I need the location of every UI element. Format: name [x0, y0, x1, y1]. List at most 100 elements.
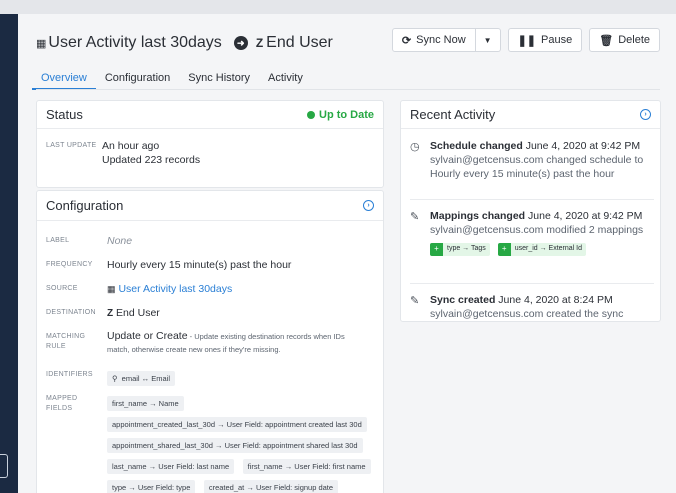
- mapping-tag-text: user_id → External Id: [514, 245, 583, 252]
- sync-options-dropdown[interactable]: ▼: [475, 28, 501, 52]
- config-source-label: SOURCE: [46, 285, 78, 292]
- mapped-field-chip: type → User Field: type: [107, 480, 196, 493]
- matching-rule-name: Update or Create: [107, 330, 188, 342]
- records-updated: Updated 223 records: [102, 154, 201, 166]
- page-title: ▦ User Activity last 30days ➜ Z End User: [36, 32, 333, 54]
- delete-label: Delete: [618, 34, 650, 46]
- activity-detail: sylvain@getcensus.com created the sync: [430, 308, 624, 320]
- config-destination-name: End User: [116, 307, 160, 319]
- activity-body: Schedule changed June 4, 2020 at 9:42 PM…: [430, 139, 654, 181]
- table-icon: ▦: [36, 37, 47, 50]
- mapped-field-chip: first_name → User Field: first name: [242, 459, 371, 474]
- recent-activity-card: Recent Activity › ◷ Schedule changed Jun…: [400, 100, 661, 322]
- last-update-time: An hour ago: [102, 140, 160, 152]
- status-dot-icon: [307, 110, 315, 119]
- last-update-row: LAST UPDATE An hour ago Updated 223 reco…: [46, 139, 200, 167]
- activity-item: ◷ Schedule changed June 4, 2020 at 9:42 …: [410, 139, 654, 189]
- config-identifiers-row: IDENTIFIERS ⚲ email ↔ Email: [46, 368, 179, 386]
- sync-now-label: Sync Now: [416, 34, 466, 46]
- caret-down-icon: ▼: [483, 35, 492, 45]
- recent-activity-header: Recent Activity ›: [401, 101, 660, 129]
- tab-configuration[interactable]: Configuration: [96, 66, 179, 90]
- config-source-link[interactable]: User Activity last 30days: [118, 283, 232, 295]
- clock-icon: ◷: [410, 141, 420, 153]
- config-label-label: LABEL: [46, 237, 70, 244]
- main-content: ▦ User Activity last 30days ➜ Z End User…: [18, 14, 676, 493]
- last-update-value: An hour ago Updated 223 records: [102, 139, 200, 167]
- tab-divider: [36, 89, 660, 90]
- mapped-field-chip: last_name → User Field: last name: [107, 459, 235, 474]
- activity-time: June 4, 2020 at 8:24 PM: [495, 294, 613, 306]
- activity-title: Schedule changed: [430, 140, 523, 152]
- status-badge: Up to Date: [307, 109, 374, 121]
- delete-button[interactable]: 🗑 Delete: [589, 28, 660, 52]
- config-label-row: LABEL None: [46, 234, 132, 248]
- config-source-value: ▦ User Activity last 30days: [107, 282, 232, 296]
- sync-now-split: ⟳ Sync Now ▼: [391, 28, 501, 52]
- chevron-right-circle-icon[interactable]: ›: [640, 109, 651, 120]
- identifier-chip: ⚲ email ↔ Email: [107, 371, 176, 386]
- chevron-right-circle-icon[interactable]: ›: [363, 200, 374, 211]
- mapped-field-chip: appointment_created_last_30d → User Fiel…: [107, 417, 367, 432]
- sidebar: [0, 14, 18, 493]
- zendesk-logo-icon: Z: [255, 36, 264, 50]
- identifiers-chips: ⚲ email ↔ Email: [107, 368, 179, 386]
- activity-divider: [410, 283, 654, 284]
- config-destination-value: Z End User: [107, 306, 160, 321]
- configuration-card-header: Configuration ›: [37, 191, 383, 221]
- config-matching-label-line1: MATCHING: [46, 333, 86, 340]
- source-name: User Activity last 30days: [48, 34, 222, 51]
- config-destination-row: DESTINATION Z End User: [46, 306, 160, 321]
- sync-icon: ⟳: [401, 34, 412, 47]
- mapped-field-chips: first_name → Name: [107, 393, 188, 411]
- config-identifiers-label: IDENTIFIERS: [46, 371, 93, 378]
- trash-icon: 🗑: [599, 34, 614, 47]
- config-mapped-row: MAPPED FIELDS: [46, 392, 107, 414]
- last-update-label: LAST UPDATE: [46, 142, 97, 149]
- activity-time: June 4, 2020 at 9:42 PM: [525, 210, 643, 222]
- identifier-chip-text: email ↔ Email: [121, 374, 171, 383]
- tab-overview[interactable]: Overview: [32, 66, 96, 90]
- config-label-value: None: [107, 235, 133, 247]
- mapped-field-chips: appointment_created_last_30d → User Fiel…: [107, 414, 371, 432]
- mapped-field-chip: first_name → Name: [107, 396, 184, 411]
- activity-title: Sync created: [430, 294, 496, 306]
- arrow-right-circle-icon: ➜: [233, 36, 248, 50]
- zendesk-logo-icon: Z: [107, 308, 114, 319]
- pause-button[interactable]: ❚❚ Pause: [507, 28, 583, 52]
- top-bar: [0, 0, 676, 14]
- destination-name: End User: [266, 34, 333, 51]
- sync-now-button[interactable]: ⟳ Sync Now: [391, 28, 476, 52]
- config-frequency-label: FREQUENCY: [46, 261, 93, 268]
- status-card: Status Up to Date LAST UPDATE An hour ag…: [36, 100, 384, 188]
- sidebar-toggle-button[interactable]: [0, 454, 8, 478]
- config-mapped-label-line2: FIELDS: [46, 405, 73, 412]
- edit-icon: ✎: [410, 295, 420, 307]
- activity-time: June 4, 2020 at 9:42 PM: [522, 140, 641, 152]
- configuration-card: Configuration › LABEL None FREQUENCY Hou…: [36, 190, 384, 493]
- activity-divider: [410, 199, 654, 200]
- mapped-field-chip: created_at → User Field: signup date: [203, 480, 339, 493]
- status-title: Status: [46, 107, 83, 122]
- edit-icon: ✎: [410, 211, 420, 223]
- mapped-field-chips: appointment_shared_last_30d → User Field…: [107, 435, 367, 453]
- key-icon: ⚲: [112, 374, 118, 383]
- config-matching-value: Update or Create - Update existing desti…: [107, 330, 369, 356]
- recent-activity-title: Recent Activity: [410, 107, 496, 122]
- tab-sync-history[interactable]: Sync History: [179, 66, 259, 90]
- mapping-tag: + user_id → External Id: [497, 242, 587, 256]
- tab-activity[interactable]: Activity: [259, 66, 312, 90]
- activity-detail: sylvain@getcensus.com changed schedule t…: [430, 154, 644, 166]
- mapped-field-chip: appointment_shared_last_30d → User Field…: [107, 438, 363, 453]
- pause-icon: ❚❚: [517, 34, 537, 47]
- tab-bar: Overview Configuration Sync History Acti…: [32, 66, 312, 90]
- config-matching-row: MATCHING RULE Update or Create - Update …: [46, 330, 369, 356]
- activity-title: Mappings changed: [430, 210, 526, 222]
- activity-item: ✎ Mappings changed June 4, 2020 at 9:42 …: [410, 209, 654, 269]
- mapping-tags: + type → Tags + user_id → External Id: [430, 241, 654, 256]
- status-card-header: Status Up to Date: [37, 101, 383, 129]
- mapping-tag-text: type → Tags: [447, 245, 486, 252]
- activity-detail: sylvain@getcensus.com modified 2 mapping…: [430, 224, 644, 236]
- mapped-field-chips: last_name → User Field: last name first_…: [107, 456, 375, 474]
- mapping-tag: + type → Tags: [430, 242, 490, 256]
